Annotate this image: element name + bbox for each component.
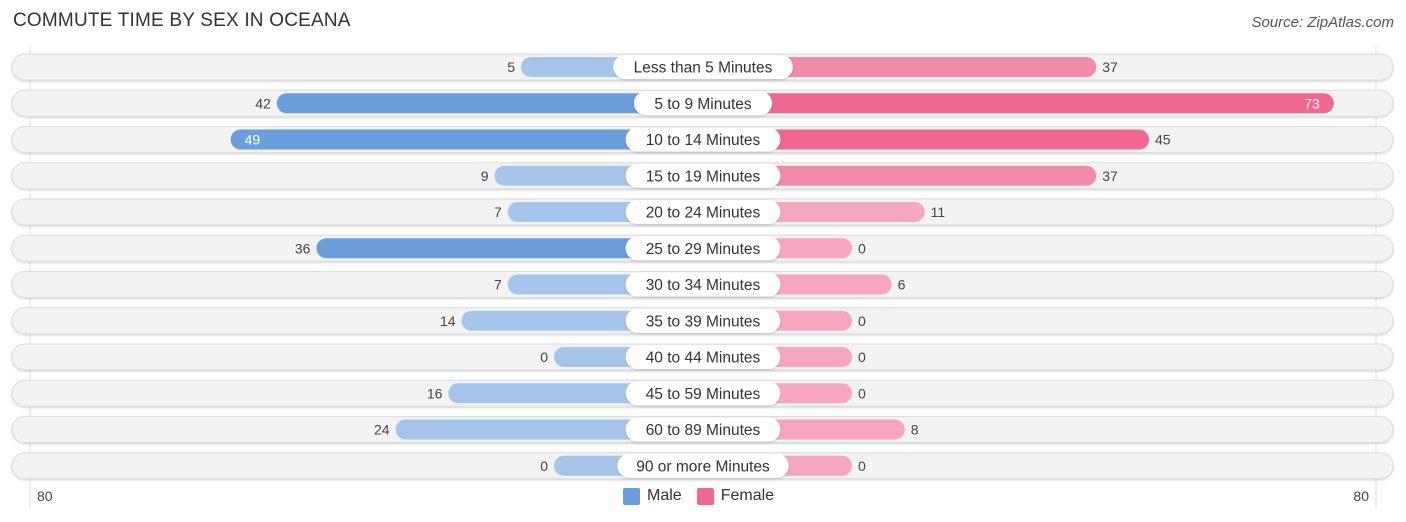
category-row: 14 0 35 to 39 Minutes bbox=[11, 307, 1394, 335]
value-label-male: 49 bbox=[245, 132, 261, 148]
value-label-male: 24 bbox=[374, 422, 390, 438]
category-label: 35 to 39 Minutes bbox=[646, 313, 761, 330]
value-label-female: 8 bbox=[911, 422, 919, 438]
category-label: 90 or more Minutes bbox=[636, 458, 770, 475]
value-label-male: 16 bbox=[427, 385, 443, 401]
bar-female[interactable] bbox=[703, 93, 1334, 114]
value-label-female: 73 bbox=[1304, 95, 1320, 111]
category-label: 5 to 9 Minutes bbox=[654, 96, 752, 113]
axis-right-label: 80 bbox=[1353, 488, 1369, 504]
legend: Male Female bbox=[623, 487, 789, 505]
category-row: 9 37 15 to 19 Minutes bbox=[11, 162, 1394, 190]
category-row: 24 8 60 to 89 Minutes bbox=[11, 416, 1394, 443]
legend-swatch-female bbox=[696, 487, 714, 505]
category-row: 0 0 90 or more Minutes bbox=[11, 452, 1394, 480]
value-label-male: 14 bbox=[440, 313, 456, 329]
value-label-male: 9 bbox=[481, 168, 489, 184]
value-label-female: 11 bbox=[931, 204, 946, 220]
category-label: 20 to 24 Minutes bbox=[646, 205, 761, 222]
value-label-female: 37 bbox=[1102, 59, 1118, 75]
category-row: 0 0 40 to 44 Minutes bbox=[11, 343, 1394, 371]
category-label: 30 to 34 Minutes bbox=[646, 277, 761, 294]
category-label: 15 to 19 Minutes bbox=[646, 168, 761, 185]
value-label-male: 5 bbox=[507, 59, 515, 75]
axis-left-label: 80 bbox=[37, 488, 53, 504]
category-label: 45 to 59 Minutes bbox=[646, 386, 761, 403]
category-row: 49 45 10 to 14 Minutes bbox=[11, 126, 1394, 153]
value-label-female: 0 bbox=[858, 240, 866, 256]
category-label: 25 to 29 Minutes bbox=[646, 241, 761, 258]
value-label-male: 36 bbox=[295, 240, 311, 256]
category-row: 36 0 25 to 29 Minutes bbox=[11, 234, 1394, 262]
category-row: 5 37 Less than 5 Minutes bbox=[11, 53, 1394, 81]
value-label-male: 42 bbox=[255, 95, 271, 111]
category-label: 40 to 44 Minutes bbox=[646, 350, 761, 367]
chart: 5 37 Less than 5 Minutes 42 73 5 to 9 Minutes… bbox=[11, 46, 1394, 508]
category-label: 60 to 89 Minutes bbox=[646, 422, 761, 439]
value-label-female: 0 bbox=[858, 313, 866, 329]
value-label-male: 0 bbox=[540, 458, 548, 474]
legend-label-female: Female bbox=[720, 487, 775, 504]
legend-item-male[interactable]: Male bbox=[623, 487, 682, 505]
category-row: 7 11 20 to 24 Minutes bbox=[11, 198, 1394, 226]
value-label-female: 45 bbox=[1155, 132, 1171, 148]
category-label: 10 to 14 Minutes bbox=[646, 132, 761, 149]
category-row: 7 6 30 to 34 Minutes bbox=[11, 271, 1394, 298]
value-label-female: 6 bbox=[898, 277, 906, 293]
category-row: 16 0 45 to 59 Minutes bbox=[11, 379, 1394, 407]
legend-item-female[interactable]: Female bbox=[696, 487, 775, 505]
value-label-female: 0 bbox=[858, 385, 866, 401]
value-label-female: 0 bbox=[858, 458, 866, 474]
value-label-male: 7 bbox=[494, 277, 502, 293]
value-label-female: 37 bbox=[1102, 168, 1118, 184]
legend-label-male: Male bbox=[647, 487, 682, 504]
category-row: 42 73 5 to 9 Minutes bbox=[11, 89, 1394, 117]
value-label-female: 0 bbox=[858, 349, 866, 365]
legend-swatch-male bbox=[623, 487, 640, 505]
value-label-male: 7 bbox=[494, 204, 502, 220]
category-label: Less than 5 Minutes bbox=[634, 60, 773, 77]
value-label-male: 0 bbox=[540, 349, 548, 365]
